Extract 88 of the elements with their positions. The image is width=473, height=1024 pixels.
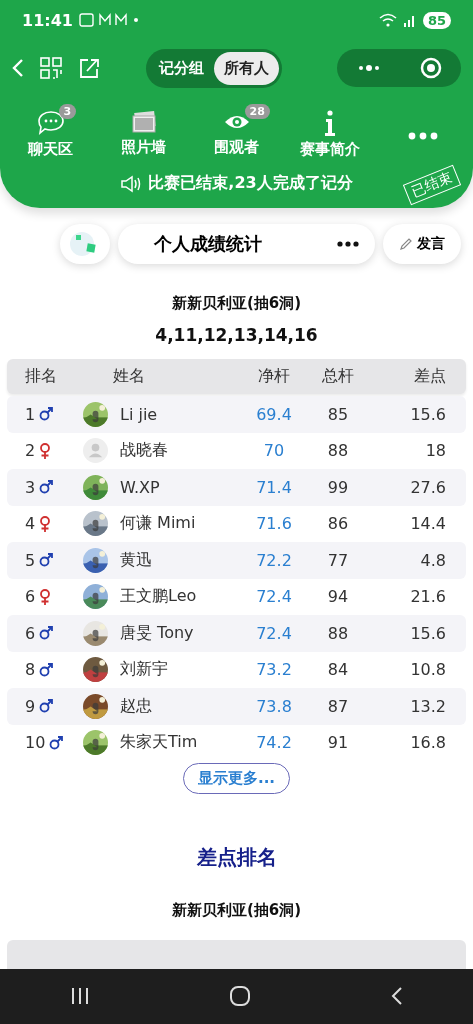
gross-score-cell-text: 85 xyxy=(326,404,350,424)
handicap-cell-text: 10.8 xyxy=(409,660,447,680)
shortcut-button[interactable]: 赛事简介 xyxy=(289,104,370,159)
rank-cell: 3 xyxy=(25,477,36,497)
info-icon xyxy=(322,110,337,136)
rank-cell: 9 xyxy=(25,696,36,716)
handicap-cell-text: 15.6 xyxy=(409,623,447,643)
net-score-cell-text: 70 xyxy=(262,441,286,461)
column-header: 总杆 xyxy=(321,366,355,387)
qr-code-icon[interactable] xyxy=(40,57,62,79)
net-score-cell-text: 72.2 xyxy=(255,550,293,570)
more-icon[interactable] xyxy=(337,241,359,247)
net-score-cell-text: 72.4 xyxy=(255,587,293,607)
recents-icon[interactable] xyxy=(69,987,90,1006)
handicap-cell-text: 15.6 xyxy=(409,404,447,424)
home-icon[interactable] xyxy=(229,985,252,1008)
gross-score-cell-text: 88 xyxy=(326,623,350,643)
battery-level: 85 xyxy=(422,11,451,29)
handicap-cell-text: 18 xyxy=(424,441,447,461)
show-more-button[interactable]: 显示更多... xyxy=(182,763,291,794)
column-header: 排名 xyxy=(24,366,58,387)
wifi-icon xyxy=(378,13,397,27)
section-title: 差点排名 xyxy=(195,844,278,871)
gross-score-cell-text: 87 xyxy=(326,696,350,716)
handicap-cell-text: 4.8 xyxy=(419,550,447,570)
handicap-cell-text: 14.4 xyxy=(409,514,447,534)
rank-cell: 6 xyxy=(25,587,36,607)
name-cell: 王文鹏Leo xyxy=(120,586,197,608)
notification-icon xyxy=(78,13,139,27)
rank-cell: 10 xyxy=(25,733,46,753)
more-icon xyxy=(407,131,438,140)
name-cell: 朱家天Tim xyxy=(120,732,198,754)
rank-cell: 4 xyxy=(25,514,36,534)
gross-score-cell-text: 88 xyxy=(326,441,350,461)
handicap-cell-text: 16.8 xyxy=(409,733,447,753)
gross-score-cell-text: 91 xyxy=(326,733,350,753)
notice-text: 比赛已结束,23人完成了记分 xyxy=(148,173,353,194)
shortcut-button[interactable]: 照片墙 xyxy=(103,104,184,159)
net-score-cell-text: 74.2 xyxy=(255,733,293,753)
segment-tab[interactable]: 记分组 xyxy=(149,51,214,85)
net-score-cell-text: 73.2 xyxy=(255,660,293,680)
column-header: 差点 xyxy=(413,366,447,387)
segment-tab[interactable]: 所有人 xyxy=(214,51,279,85)
name-cell: 黄迅 xyxy=(120,549,152,571)
signal-icon xyxy=(402,13,417,27)
gross-score-cell-text: 84 xyxy=(326,660,350,680)
toolbar-title[interactable]: 个人成绩统计 xyxy=(154,232,337,256)
column-header: 姓名 xyxy=(112,366,146,387)
holes-list: 4,11,12,13,14,16 xyxy=(0,325,473,345)
name-cell: 赵忠 xyxy=(120,695,152,717)
photos-icon xyxy=(130,110,157,134)
net-score-cell-text: 71.6 xyxy=(255,514,293,534)
back-icon[interactable] xyxy=(391,986,404,1007)
pencil-icon xyxy=(399,237,413,251)
shortcut-button[interactable]: 聊天区 3 xyxy=(10,104,91,159)
name-cell: Li jie xyxy=(120,404,158,424)
column-header: 净杆 xyxy=(257,366,291,387)
shortcut-button[interactable]: 围观者 28 xyxy=(196,104,277,159)
gross-score-cell-text: 99 xyxy=(326,477,350,497)
handicap-cell-text: 21.6 xyxy=(409,587,447,607)
course-name: 新新贝利亚(抽6洞) xyxy=(170,294,303,313)
count-badge: 3 xyxy=(58,104,77,119)
net-score-cell-text: 71.4 xyxy=(255,477,293,497)
net-score-cell-text: 69.4 xyxy=(255,404,293,424)
speaker-icon xyxy=(120,174,143,193)
course-name: 新新贝利亚(抽6洞) xyxy=(170,901,303,920)
rank-cell: 5 xyxy=(25,550,36,570)
post-button[interactable]: 发言 xyxy=(383,224,461,264)
handicap-cell-text: 27.6 xyxy=(409,477,447,497)
name-cell: 唐旻 Tony xyxy=(120,622,194,644)
rank-cell: 1 xyxy=(25,404,36,424)
rank-cell: 2 xyxy=(25,441,36,461)
gross-score-cell-text: 94 xyxy=(326,587,350,607)
rank-cell: 8 xyxy=(25,660,36,680)
rank-cell: 6 xyxy=(25,623,36,643)
gross-score-cell-text: 86 xyxy=(326,514,350,534)
name-cell: 何谦 Mimi xyxy=(120,513,196,535)
net-score-cell-text: 72.4 xyxy=(255,623,293,643)
handicap-cell-text: 13.2 xyxy=(409,696,447,716)
share-icon[interactable] xyxy=(78,57,100,79)
net-score-cell-text: 73.8 xyxy=(255,696,293,716)
gross-score-cell-text: 77 xyxy=(326,550,350,570)
chat-icon xyxy=(36,110,65,136)
clock: 11:41 xyxy=(22,10,73,30)
name-cell: 刘新宇 xyxy=(120,659,168,681)
count-badge: 28 xyxy=(244,104,270,119)
name-cell: 战晓春 xyxy=(120,440,168,462)
name-cell: W.XP xyxy=(120,477,160,497)
